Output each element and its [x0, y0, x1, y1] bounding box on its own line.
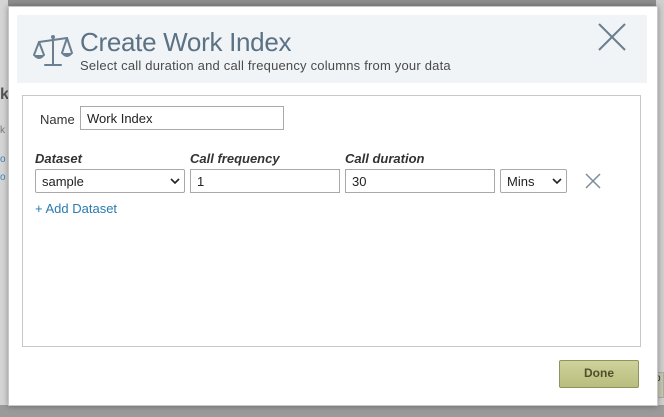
balance-scale-icon	[33, 35, 73, 66]
background-bottom-strip	[0, 405, 664, 417]
background-left-strip: k k o o	[0, 0, 9, 417]
call-duration-column-header: Call duration	[345, 151, 425, 166]
dataset-select-value: sample	[42, 174, 84, 189]
chevron-down-icon	[170, 178, 180, 185]
background-text-fragment: k	[0, 125, 5, 136]
background-link-fragment: o	[0, 172, 6, 183]
dialog-title: Create Work Index	[80, 27, 292, 57]
duration-unit-select[interactable]: Mins	[500, 169, 567, 193]
name-input[interactable]	[80, 106, 284, 130]
background-link-fragment: o	[0, 154, 6, 165]
form-panel: Name Dataset Call frequency Call duratio…	[22, 95, 641, 347]
dataset-column-header: Dataset	[35, 151, 82, 166]
add-dataset-link[interactable]: + Add Dataset	[35, 201, 117, 216]
call-duration-input[interactable]	[345, 169, 495, 193]
call-frequency-input[interactable]	[190, 169, 340, 193]
done-button[interactable]: Done	[559, 360, 639, 388]
chevron-down-icon	[552, 178, 562, 185]
dialog-header: Create Work Index Select call duration a…	[17, 15, 647, 83]
create-work-index-dialog: Create Work Index Select call duration a…	[8, 6, 658, 406]
close-icon[interactable]	[596, 21, 628, 53]
call-frequency-column-header: Call frequency	[190, 151, 280, 166]
name-label: Name	[40, 112, 75, 127]
remove-row-icon[interactable]	[584, 172, 602, 190]
dialog-subtitle: Select call duration and call frequency …	[80, 58, 451, 73]
duration-unit-value: Mins	[507, 174, 535, 189]
dataset-select[interactable]: sample	[35, 169, 185, 193]
